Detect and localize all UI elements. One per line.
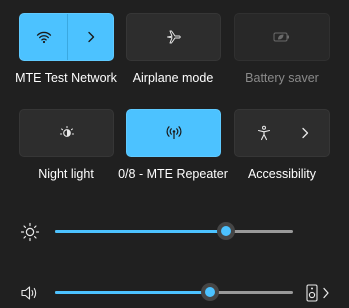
volume-row — [0, 281, 349, 305]
accessibility-label: Accessibility — [247, 167, 317, 181]
battery-saver-icon — [273, 31, 291, 43]
battery-saver-tile[interactable] — [234, 13, 330, 61]
wifi-icon — [36, 30, 52, 44]
volume-thumb[interactable] — [200, 283, 219, 301]
night-light-icon — [59, 125, 75, 141]
brightness-icon — [20, 222, 40, 242]
quick-settings-panel: MTE Test Network Airplane mode Battery s… — [0, 0, 349, 308]
night-light-label: Night light — [38, 167, 94, 181]
battery-saver-label: Battery saver — [245, 71, 319, 85]
brightness-row — [0, 220, 349, 244]
wifi-tile[interactable] — [19, 13, 114, 61]
chevron-right-icon[interactable] — [322, 287, 330, 299]
wifi-networks-button[interactable] — [68, 14, 113, 60]
accessibility-icon — [256, 125, 272, 141]
airplane-mode-tile[interactable] — [126, 13, 221, 61]
volume-fill — [55, 291, 210, 294]
mobile-hotspot-tile[interactable] — [126, 109, 221, 157]
volume-slider[interactable] — [55, 283, 293, 301]
airplane-mode-label: Airplane mode — [132, 71, 214, 85]
brightness-thumb[interactable] — [217, 222, 236, 240]
wifi-label: MTE Test Network — [15, 71, 117, 85]
night-light-tile[interactable] — [19, 109, 114, 157]
accessibility-tile[interactable] — [234, 109, 330, 157]
chevron-right-icon — [86, 31, 96, 43]
speaker-device-icon[interactable] — [306, 284, 318, 302]
chevron-right-icon — [300, 127, 310, 139]
speaker-icon[interactable] — [20, 284, 40, 302]
wifi-toggle[interactable] — [20, 14, 67, 60]
brightness-slider[interactable] — [55, 222, 293, 240]
mobile-hotspot-icon — [165, 125, 183, 141]
accessibility-expand-button[interactable] — [281, 110, 329, 156]
airplane-icon — [166, 29, 182, 45]
mobile-hotspot-label: 0/8 - MTE Repeater — [118, 167, 228, 181]
brightness-fill — [55, 230, 227, 233]
